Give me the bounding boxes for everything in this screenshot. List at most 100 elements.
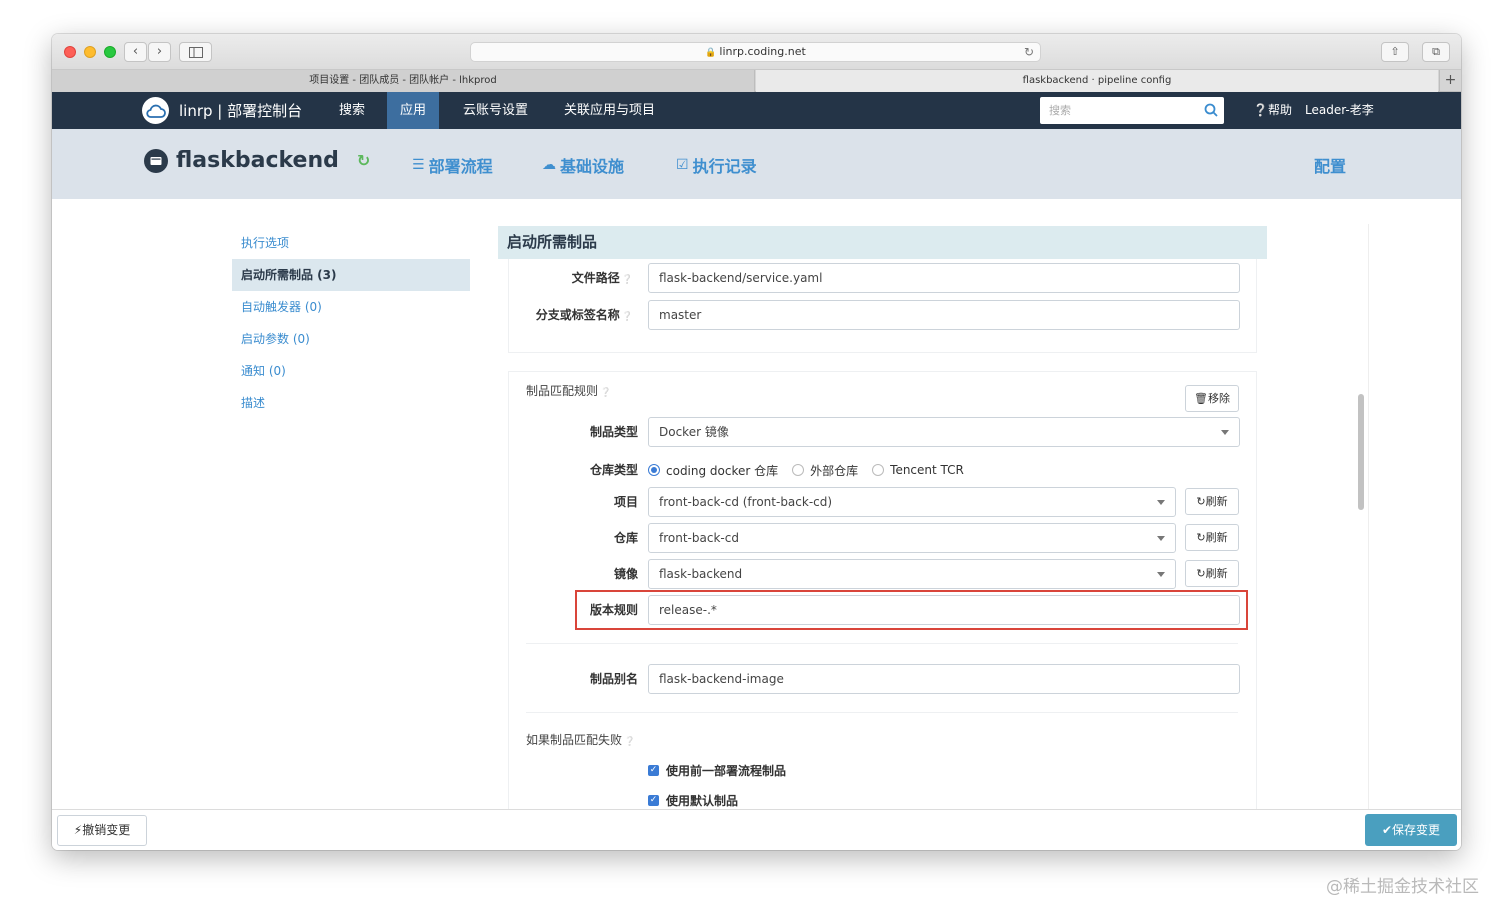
- rule-title: 制品匹配规则 ❔: [526, 384, 612, 398]
- config-link[interactable]: 配置: [1314, 153, 1346, 177]
- refresh-icon: ↻: [1196, 567, 1206, 580]
- top-navbar: linrp | 部署控制台 搜索 应用 云账号设置 关联应用与项目 ❔帮助 Le…: [52, 92, 1461, 129]
- brand[interactable]: linrp | 部署控制台: [142, 96, 302, 125]
- branch-label: 分支或标签名称 ❔: [535, 308, 633, 322]
- refresh-image-button[interactable]: ↻刷新: [1185, 560, 1239, 587]
- app-title: flaskbackend ↻: [144, 148, 370, 173]
- tabs-overview-icon[interactable]: ⧉: [1422, 42, 1450, 62]
- browser-tab-active[interactable]: flaskbackend · pipeline config: [756, 70, 1438, 92]
- checkbox-use-default[interactable]: ✓ 使用默认制品: [648, 792, 738, 809]
- config-sidebar: 执行选项 启动所需制品 (3) 自动触发器 (0) 启动参数 (0) 通知 (0…: [232, 227, 470, 419]
- browser-tab[interactable]: 项目设置 - 团队成员 - 团队帐户 - lhkprod: [52, 70, 755, 92]
- fail-title: 如果制品匹配失败 ❔: [526, 733, 636, 747]
- question-circle-icon: ❔: [1253, 103, 1268, 117]
- forward-button[interactable]: ›: [148, 42, 171, 62]
- scroll-track: [1368, 224, 1369, 809]
- image-select[interactable]: flask-backend: [648, 559, 1176, 589]
- nav-cloud-accounts[interactable]: 云账号设置: [450, 92, 541, 129]
- alias-input[interactable]: flask-backend-image: [648, 664, 1240, 694]
- minimize-window-button[interactable]: [84, 46, 96, 58]
- image-label: 镜像: [613, 567, 638, 581]
- refresh-project-button[interactable]: ↻刷新: [1185, 488, 1239, 515]
- share-icon[interactable]: ⇧: [1381, 42, 1409, 62]
- nav-linked-projects[interactable]: 关联应用与项目: [551, 92, 668, 129]
- sidebar-item-description[interactable]: 描述: [232, 387, 470, 419]
- global-search: [1040, 97, 1224, 124]
- user-menu[interactable]: Leader-老李: [1305, 92, 1374, 129]
- refresh-icon: ↻: [1196, 531, 1206, 544]
- list-icon: ☰: [412, 157, 425, 173]
- sidebar-item-artifacts[interactable]: 启动所需制品 (3): [232, 259, 470, 291]
- repo-type-row: 仓库类型 coding docker 仓库 外部仓库 Tencent TCR: [590, 455, 1240, 485]
- check-icon: ✓: [648, 795, 659, 806]
- lock-icon: 🔒: [705, 48, 717, 58]
- refresh-repo-button[interactable]: ↻刷新: [1185, 524, 1239, 551]
- project-select[interactable]: front-back-cd (front-back-cd): [648, 487, 1176, 517]
- sync-icon[interactable]: ↻: [357, 151, 370, 170]
- radio-external-repo[interactable]: 外部仓库: [792, 462, 858, 479]
- zoom-window-button[interactable]: [104, 46, 116, 58]
- save-changes-button[interactable]: ✔保存变更: [1365, 814, 1457, 846]
- nav-apps[interactable]: 应用: [387, 92, 440, 129]
- branch-row: 分支或标签名称 ❔ master: [536, 300, 1240, 330]
- divider: [526, 643, 1238, 644]
- tab-pipelines-label: 部署流程: [428, 157, 493, 176]
- help-link[interactable]: ❔帮助: [1253, 92, 1292, 129]
- sidebar-item-notifications[interactable]: 通知 (0): [232, 355, 470, 387]
- main-content: 执行选项 启动所需制品 (3) 自动触发器 (0) 启动参数 (0) 通知 (0…: [52, 199, 1461, 809]
- sidebar-toggle-button[interactable]: [179, 42, 212, 62]
- chevron-down-icon: [1221, 430, 1229, 435]
- project-label: 项目: [613, 495, 638, 509]
- undo-changes-button[interactable]: ⚡撤销变更: [57, 815, 147, 846]
- footer-bar: ⚡撤销变更 ✔保存变更: [52, 809, 1461, 850]
- sidebar-icon: [188, 47, 203, 58]
- tab-executions[interactable]: ☑ 执行记录: [676, 153, 757, 177]
- repo-type-label: 仓库类型: [589, 463, 638, 477]
- sidebar-item-parameters[interactable]: 启动参数 (0): [232, 323, 470, 355]
- nav-search[interactable]: 搜索: [326, 92, 378, 129]
- back-button[interactable]: ‹: [124, 42, 147, 62]
- tab-infrastructure[interactable]: ☁ 基础设施: [542, 153, 624, 177]
- chevron-down-icon: [1157, 572, 1165, 577]
- radio-coding-docker[interactable]: coding docker 仓库: [648, 462, 778, 479]
- sidebar-item-triggers[interactable]: 自动触发器 (0): [232, 291, 470, 323]
- version-rule-row: 版本规则 release-.*: [590, 595, 1240, 625]
- new-tab-button[interactable]: +: [1439, 70, 1461, 92]
- trash-icon: 🗑: [1194, 392, 1208, 405]
- artifacts-panel: 启动所需制品 文件路径 ❔ flask-backend/service.yaml …: [498, 226, 1267, 809]
- repo-select[interactable]: front-back-cd: [648, 523, 1176, 553]
- file-path-row: 文件路径 ❔ flask-backend/service.yaml: [572, 263, 1240, 293]
- refresh-icon: ↻: [1196, 495, 1206, 508]
- repo-label: 仓库: [613, 531, 638, 545]
- alias-row: 制品别名 flask-backend-image: [590, 664, 1240, 694]
- question-icon: ❔: [621, 275, 633, 285]
- version-rule-label: 版本规则: [589, 603, 638, 617]
- branch-input[interactable]: master: [648, 300, 1240, 330]
- search-input[interactable]: [1040, 97, 1190, 124]
- version-rule-input[interactable]: release-.*: [648, 595, 1240, 625]
- question-icon: ❔: [624, 737, 636, 747]
- file-path-input[interactable]: flask-backend/service.yaml: [648, 263, 1240, 293]
- bolt-icon: ⚡: [73, 823, 83, 837]
- project-row: 项目 front-back-cd (front-back-cd) ↻刷新: [614, 487, 1240, 517]
- reload-icon[interactable]: ↻: [1024, 43, 1034, 61]
- alias-label: 制品别名: [589, 672, 638, 686]
- watermark: @稀土掘金技术社区: [1326, 877, 1479, 897]
- remove-button[interactable]: 🗑移除: [1185, 385, 1239, 412]
- tab-pipelines[interactable]: ☰ 部署流程: [412, 153, 493, 177]
- scrollbar[interactable]: [1358, 394, 1364, 510]
- check-square-icon: ☑: [676, 157, 689, 173]
- app-header: flaskbackend ↻ ☰ 部署流程 ☁ 基础设施 ☑ 执行记录 配置: [52, 129, 1461, 199]
- address-bar[interactable]: 🔒 linrp.coding.net ↻: [470, 42, 1041, 62]
- chevron-down-icon: [1157, 536, 1165, 541]
- checkbox-use-previous[interactable]: ✓ 使用前一部署流程制品: [648, 762, 786, 779]
- artifact-type-select[interactable]: Docker 镜像: [648, 417, 1240, 447]
- close-window-button[interactable]: [64, 46, 76, 58]
- artifact-type-value: Docker 镜像: [659, 425, 729, 439]
- sidebar-item-execution-options[interactable]: 执行选项: [232, 227, 470, 259]
- search-icon[interactable]: [1204, 103, 1218, 117]
- radio-tencent-tcr[interactable]: Tencent TCR: [872, 463, 964, 477]
- artifact-rule-card: 制品匹配规则 ❔ 🗑移除 制品类型 Docker 镜像 仓库类型 coding d…: [508, 371, 1257, 809]
- repo-type-radios: coding docker 仓库 外部仓库 Tencent TCR: [648, 455, 978, 485]
- question-icon: ❔: [621, 312, 633, 322]
